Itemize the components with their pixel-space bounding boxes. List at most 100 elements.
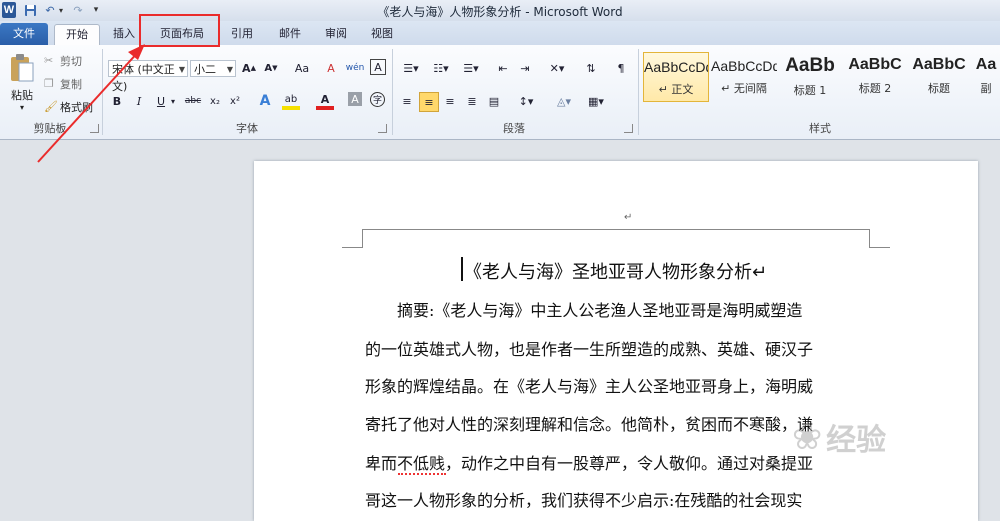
align-center-icon[interactable]: ≡ — [419, 92, 439, 112]
superscript-icon[interactable]: x² — [226, 92, 244, 110]
style-heading-2[interactable]: AaBbC 标题 2 — [842, 52, 908, 102]
numbering-icon[interactable]: ☷▾ — [428, 59, 454, 77]
style-name: 标题 — [928, 82, 950, 95]
document-line[interactable]: 摘要:《老人与海》中主人公老渔人圣地亚哥是海明威塑造 — [365, 297, 875, 321]
copy-icon: ❐ — [44, 77, 54, 90]
font-size-combo[interactable]: 小二 ▼ — [190, 60, 236, 77]
style-sample: AaBbCcDd — [644, 59, 708, 75]
format-painter-label: 格式刷 — [60, 100, 93, 114]
tab-mailings[interactable]: 邮件 — [270, 24, 310, 44]
font-group-label: 字体 — [236, 122, 258, 135]
style-name: ↵ 正文 — [658, 83, 694, 96]
style-name: 副 — [980, 82, 992, 95]
style-name: 标题 2 — [858, 82, 892, 95]
clear-format-icon[interactable]: A — [322, 59, 340, 77]
paste-label: 粘贴 — [11, 88, 33, 102]
increase-indent-icon[interactable]: ⇥ — [516, 59, 534, 77]
strikethrough-icon[interactable]: abc — [182, 92, 204, 110]
document-line[interactable]: 的一位英雄式人物，也是作者一生所塑造的成熟、英雄、硬汉子 — [365, 336, 875, 360]
paste-button[interactable]: 粘贴 ▾ — [4, 49, 40, 115]
watermark-text: 经验 — [826, 423, 887, 458]
group-separator — [392, 49, 393, 135]
paste-dropdown-icon: ▾ — [19, 102, 24, 112]
style-title[interactable]: AaBbC 标题 — [906, 52, 972, 102]
bold-icon[interactable]: B — [108, 92, 126, 110]
document-title[interactable]: 《老人与海》圣地亚哥人物形象分析↵ — [464, 258, 767, 284]
shading-icon[interactable]: ◬▾ — [551, 92, 577, 110]
format-painter-button[interactable]: 🖌 格式刷 — [44, 98, 100, 115]
multilevel-list-icon[interactable]: ☰▾ — [458, 59, 484, 77]
pinyin-guide-icon[interactable]: wén — [346, 59, 365, 77]
paragraph-group-label: 段落 — [503, 122, 525, 135]
italic-icon[interactable]: I — [130, 92, 148, 110]
style-heading-1[interactable]: AaBb 标题 1 — [777, 52, 843, 102]
align-right-icon[interactable]: ≡ — [441, 92, 459, 110]
cut-label: 剪切 — [60, 54, 82, 68]
margin-corner — [342, 229, 363, 248]
copy-button[interactable]: ❐ 复制 — [44, 75, 94, 92]
text-cursor — [461, 257, 463, 281]
style-sample: Aa — [975, 56, 997, 73]
margin-corner — [869, 229, 890, 248]
paw-icon: ❀ — [792, 416, 823, 458]
highlight-icon[interactable]: ab — [282, 92, 300, 110]
text-effects-icon[interactable]: A — [256, 92, 274, 110]
font-size-value: 小二 — [194, 63, 216, 76]
character-border-icon[interactable]: A — [370, 59, 386, 75]
tab-references[interactable]: 引用 — [222, 24, 262, 44]
font-name-combo[interactable]: 宋体 (中文正文) ▼ — [108, 60, 188, 93]
chinese-layout-icon[interactable]: ✕▾ — [544, 59, 570, 77]
font-name-value: 宋体 (中文正文) — [112, 63, 175, 93]
underline-dropdown-icon[interactable]: ▾ — [168, 92, 178, 110]
line-spacing-icon[interactable]: ↕▾ — [513, 92, 539, 110]
style-sample: AaBbC — [912, 56, 966, 73]
ribbon: 粘贴 ▾ ✂ 剪切 ❐ 复制 🖌 格式刷 剪贴板 宋体 (中文正文) ▼ 小二 … — [0, 45, 1000, 140]
style-name: ↵ 无间隔 — [721, 82, 767, 95]
copy-label: 复制 — [60, 77, 82, 91]
show-formatting-icon[interactable]: ¶ — [612, 59, 630, 77]
tab-review[interactable]: 审阅 — [316, 24, 356, 44]
font-launcher-icon[interactable] — [378, 124, 387, 133]
subscript-icon[interactable]: x₂ — [206, 92, 224, 110]
tab-home[interactable]: 开始 — [54, 24, 100, 46]
paragraph-mark: ↵ — [624, 212, 633, 223]
change-case-icon[interactable]: Aa — [290, 59, 314, 77]
paragraph-launcher-icon[interactable] — [624, 124, 633, 133]
style-sample: AaBbC — [848, 56, 902, 73]
document-line[interactable]: 形象的辉煌结晶。在《老人与海》主人公圣地亚哥身上，海明威 — [365, 373, 875, 397]
chevron-down-icon: ▼ — [178, 65, 185, 74]
shrink-font-icon[interactable]: A ▼ — [262, 59, 280, 77]
tab-insert[interactable]: 插入 — [104, 24, 144, 44]
style-normal[interactable]: AaBbCcDd ↵ 正文 — [643, 52, 709, 102]
sort-icon[interactable]: ⇅ — [582, 59, 600, 77]
scissors-icon: ✂ — [44, 54, 54, 67]
group-separator — [638, 49, 639, 135]
tab-view[interactable]: 视图 — [362, 24, 402, 44]
styles-group-label: 样式 — [809, 122, 831, 135]
group-separator — [102, 49, 103, 135]
format-painter-icon: 🖌 — [44, 100, 58, 113]
character-shading-icon[interactable]: A — [348, 92, 362, 106]
style-subtitle[interactable]: Aa 副 — [972, 52, 1000, 102]
tab-file[interactable]: 文件 — [0, 23, 48, 45]
header-line — [362, 229, 869, 230]
chevron-down-icon: ▼ — [226, 65, 233, 74]
enclose-characters-icon[interactable]: 字 — [370, 92, 385, 107]
align-left-icon[interactable]: ≡ — [398, 92, 416, 110]
spelling-squiggle — [398, 469, 446, 475]
document-line[interactable]: 哥这一人物形象的分析，我们获得不少启示:在残酷的社会现实 — [365, 487, 875, 511]
justify-icon[interactable]: ≣ — [463, 92, 481, 110]
clipboard-launcher-icon[interactable] — [90, 124, 99, 133]
clipboard-group-label: 剪贴板 — [33, 122, 67, 135]
font-color-icon[interactable]: A — [316, 92, 334, 110]
distributed-icon[interactable]: ▤ — [485, 92, 503, 110]
borders-icon[interactable]: ▦▾ — [583, 92, 609, 110]
style-sample: AaBbCcDd — [711, 58, 777, 74]
bullets-icon[interactable]: ☰▾ — [398, 59, 424, 77]
grow-font-icon[interactable]: A ▲ — [240, 59, 258, 77]
style-no-spacing[interactable]: AaBbCcDd ↵ 无间隔 — [711, 52, 777, 102]
style-name: 标题 1 — [793, 84, 827, 97]
decrease-indent-icon[interactable]: ⇤ — [494, 59, 512, 77]
style-sample: AaBb — [785, 55, 835, 76]
cut-button[interactable]: ✂ 剪切 — [44, 52, 94, 69]
